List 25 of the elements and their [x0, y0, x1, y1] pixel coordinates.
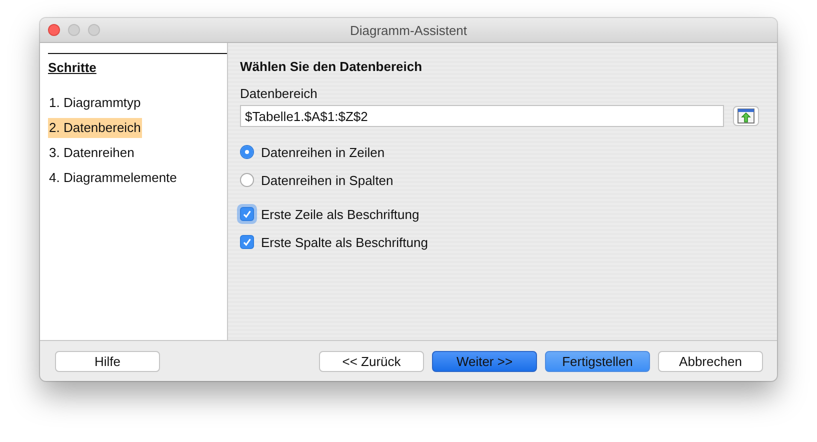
step-item[interactable]: 1. Diagrammtyp [48, 93, 142, 113]
radio-button[interactable] [240, 145, 254, 159]
check-icon [242, 237, 252, 247]
field-label: Datenbereich [240, 86, 318, 101]
checkbox-label: Erste Zeile als Beschriftung [261, 206, 420, 222]
sidebar-heading: Schritte [48, 60, 96, 75]
step-item[interactable]: 4. Diagrammelemente [48, 168, 178, 188]
radio-button[interactable] [240, 173, 254, 187]
dialog-button[interactable]: Abbrechen [658, 350, 763, 372]
range-field[interactable]: $Tabelle1.$A$1:$Z$2 [240, 105, 724, 127]
step-item[interactable]: 2. Datenbereich [48, 118, 142, 138]
checkbox[interactable] [240, 235, 254, 249]
select-range-button[interactable] [733, 106, 759, 126]
dialog-button[interactable]: Hilfe [55, 350, 160, 372]
dialog-button[interactable]: Fertigstellen [545, 350, 650, 372]
dialog-button[interactable]: Weiter >> [432, 350, 537, 372]
step-item[interactable]: 3. Datenreihen [48, 143, 136, 163]
dialog-button[interactable]: << Zurück [319, 350, 424, 372]
radio-label: Datenreihen in Zeilen [261, 144, 385, 160]
radio-label: Datenreihen in Spalten [261, 172, 394, 188]
checkbox-label: Erste Spalte als Beschriftung [261, 234, 428, 250]
window-title: Diagramm-Assistent [350, 22, 468, 38]
page-heading: Wählen Sie den Datenbereich [240, 59, 422, 74]
close-icon[interactable] [48, 24, 60, 36]
check-icon [242, 209, 252, 219]
